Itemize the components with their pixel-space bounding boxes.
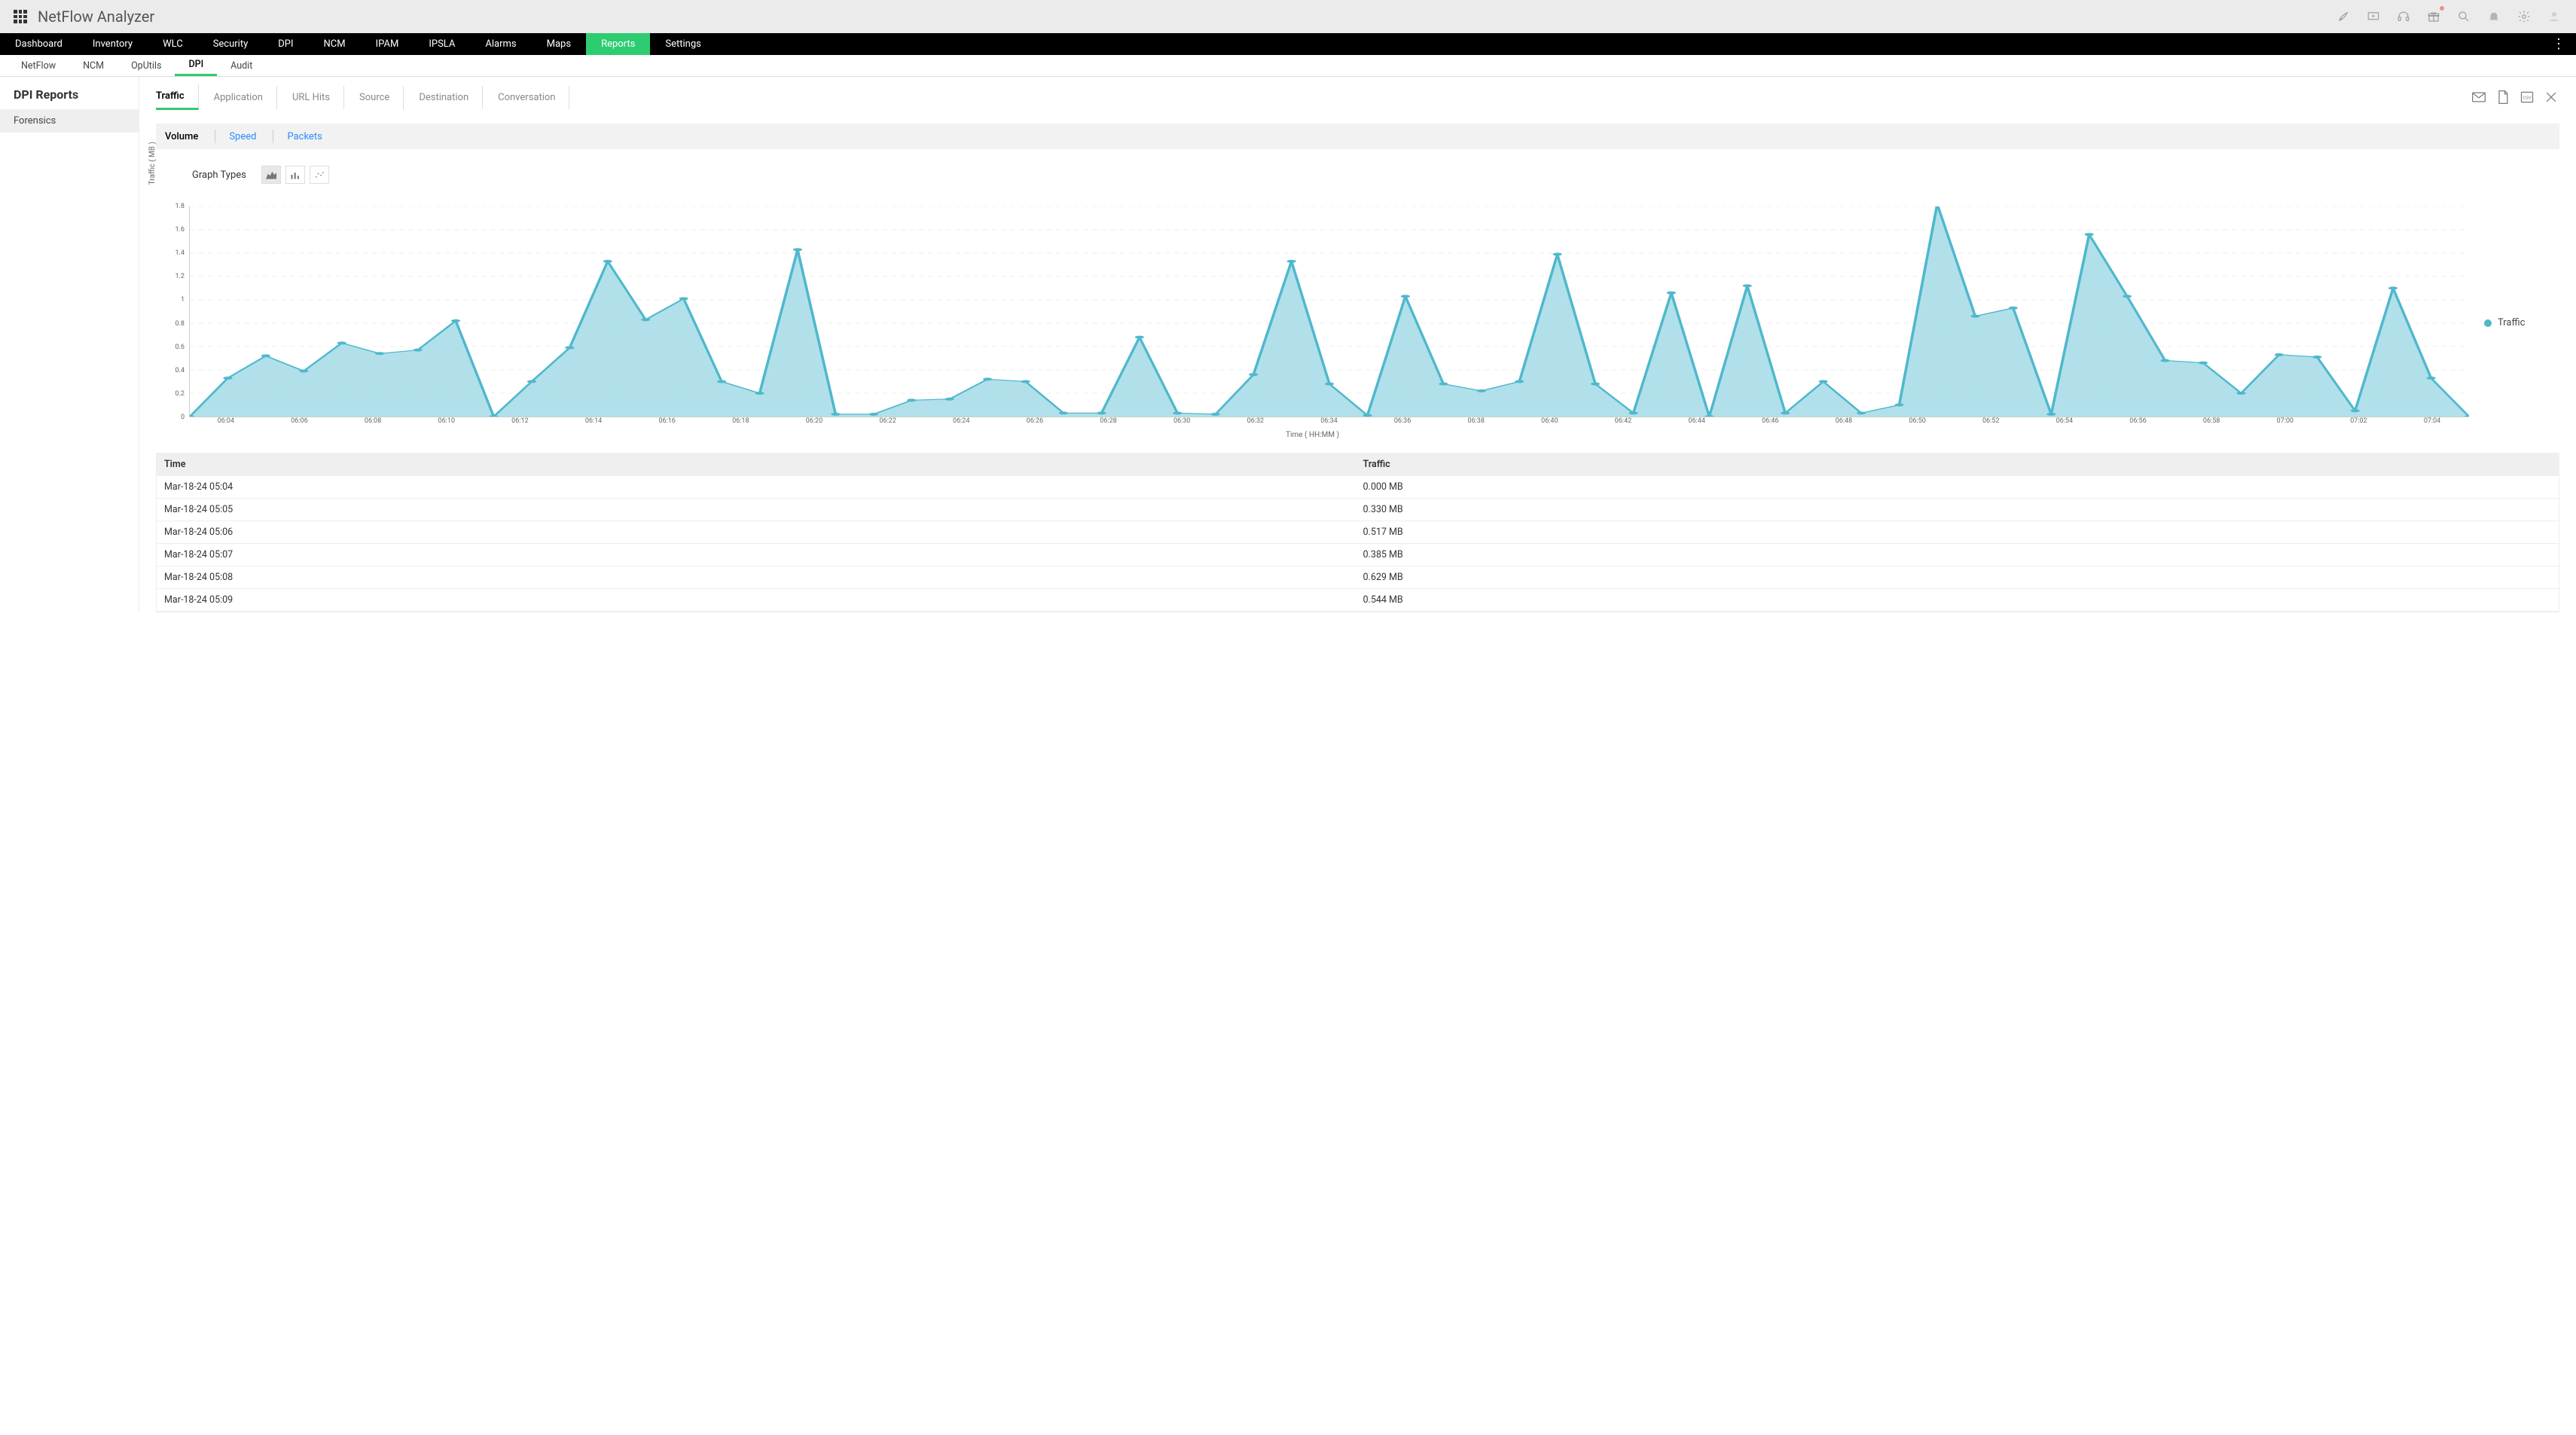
title-bar: NetFlow Analyzer (0, 0, 2576, 33)
subnav-dpi[interactable]: DPI (175, 55, 217, 76)
svg-text:CSV: CSV (2523, 96, 2532, 101)
chart-x-label: Time ( HH:MM ) (156, 431, 2469, 439)
apps-grid-icon[interactable] (14, 10, 27, 23)
pdf-icon[interactable] (2495, 89, 2511, 105)
search-icon[interactable] (2455, 8, 2472, 25)
report-tab-url-hits[interactable]: URL Hits (292, 86, 344, 109)
nav-security[interactable]: Security (198, 33, 264, 55)
table-header: Time Traffic (157, 453, 2559, 476)
nav-alarms[interactable]: Alarms (470, 33, 531, 55)
nav-settings[interactable]: Settings (650, 33, 716, 55)
sidebar: DPI Reports Forensics (0, 77, 139, 612)
sidebar-title: DPI Reports (0, 77, 139, 109)
main-nav: DashboardInventoryWLCSecurityDPINCMIPAMI… (0, 33, 2576, 55)
metric-tab-volume[interactable]: Volume (165, 131, 198, 142)
nav-maps[interactable]: Maps (532, 33, 586, 55)
subnav-netflow[interactable]: NetFlow (8, 55, 69, 76)
graph-type-area-button[interactable] (261, 166, 281, 184)
gift-icon[interactable] (2425, 8, 2442, 25)
sidebar-item-forensics[interactable]: Forensics (0, 109, 139, 133)
chart-legend: Traffic (2469, 206, 2559, 439)
table-row: Mar-18-24 05:040.000 MB (157, 476, 2559, 499)
col-time: Time (157, 459, 1360, 470)
nav-dpi[interactable]: DPI (263, 33, 308, 55)
legend-dot-icon (2484, 319, 2492, 327)
graph-types-label: Graph Types (192, 169, 246, 181)
sub-nav: NetFlowNCMOpUtilsDPIAudit (0, 55, 2576, 77)
csv-icon[interactable]: CSV (2519, 89, 2535, 105)
app-title: NetFlow Analyzer (38, 8, 154, 26)
mail-icon[interactable] (2471, 89, 2487, 105)
metric-tab-speed[interactable]: Speed (229, 131, 256, 142)
table-row: Mar-18-24 05:050.330 MB (157, 499, 2559, 521)
close-icon[interactable] (2543, 89, 2559, 105)
kebab-menu-icon[interactable]: ⋮ (2541, 33, 2576, 55)
nav-ipam[interactable]: IPAM (361, 33, 414, 55)
table-row: Mar-18-24 05:080.629 MB (157, 566, 2559, 589)
nav-dashboard[interactable]: Dashboard (0, 33, 78, 55)
table-row: Mar-18-24 05:060.517 MB (157, 521, 2559, 544)
subnav-oputils[interactable]: OpUtils (118, 55, 175, 76)
table-row: Mar-18-24 05:090.544 MB (157, 589, 2559, 612)
subnav-ncm[interactable]: NCM (69, 55, 118, 76)
report-tab-traffic[interactable]: Traffic (156, 84, 199, 110)
nav-inventory[interactable]: Inventory (78, 33, 148, 55)
rocket-icon[interactable] (2335, 8, 2352, 25)
table-row: Mar-18-24 05:070.385 MB (157, 544, 2559, 566)
nav-ipsla[interactable]: IPSLA (414, 33, 470, 55)
nav-reports[interactable]: Reports (586, 33, 650, 55)
graph-type-bar-button[interactable] (285, 166, 305, 184)
report-tab-source[interactable]: Source (359, 86, 404, 109)
col-traffic: Traffic (1360, 459, 2559, 470)
bell-icon[interactable] (2486, 8, 2502, 25)
metric-tab-packets[interactable]: Packets (287, 131, 322, 142)
gear-icon[interactable] (2516, 8, 2532, 25)
report-tabs: Traffic Application URL Hits Source Destinat… (139, 77, 2576, 110)
traffic-chart (189, 206, 2469, 417)
subnav-audit[interactable]: Audit (217, 55, 266, 76)
legend-label: Traffic (2498, 317, 2525, 328)
report-tab-destination[interactable]: Destination (419, 86, 483, 109)
graph-types: Graph Types (192, 166, 2576, 184)
report-tab-application[interactable]: Application (214, 86, 277, 109)
nav-wlc[interactable]: WLC (148, 33, 198, 55)
chart-y-label: Traffic ( MB ) (148, 142, 157, 185)
user-icon[interactable] (2546, 8, 2562, 25)
presentation-icon[interactable] (2365, 8, 2382, 25)
headset-icon[interactable] (2395, 8, 2412, 25)
nav-ncm[interactable]: NCM (309, 33, 361, 55)
traffic-table: Time Traffic Mar-18-24 05:040.000 MBMar-… (156, 453, 2559, 612)
report-tab-conversation[interactable]: Conversation (498, 86, 569, 109)
volume-speed-packets-tabs: Volume Speed Packets (156, 124, 2559, 149)
graph-type-scatter-button[interactable] (310, 166, 329, 184)
